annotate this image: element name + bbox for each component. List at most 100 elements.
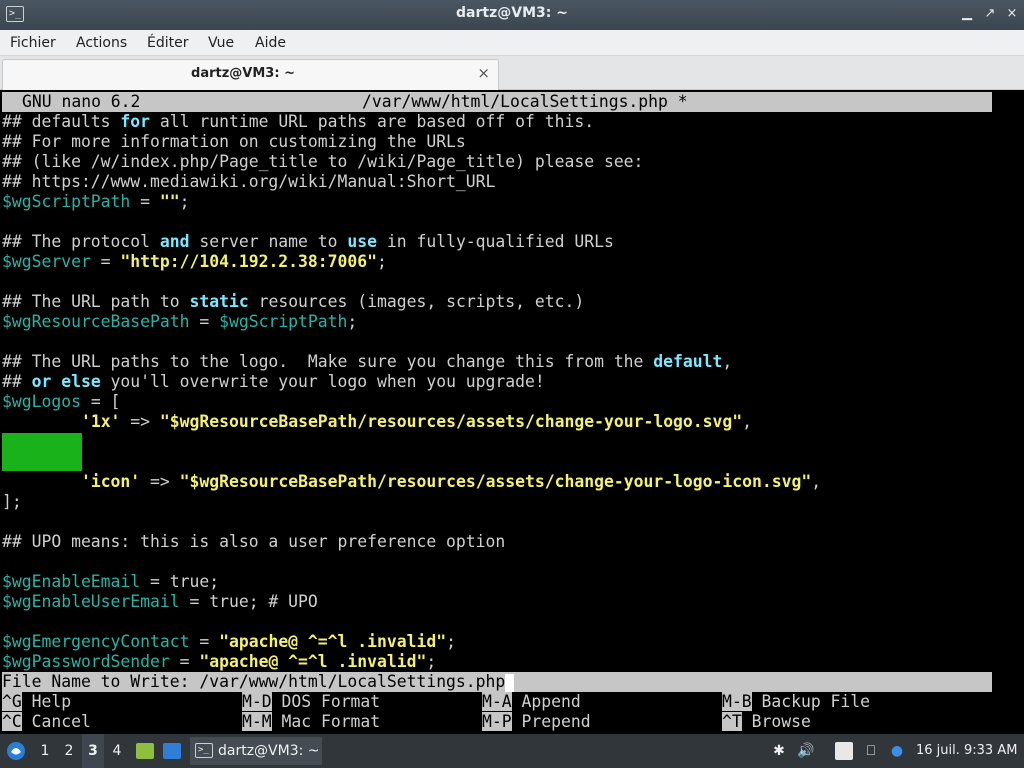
shortcut-label: Mac Format — [281, 712, 381, 731]
code-token: = — [189, 312, 220, 331]
code-token: ## (like /w/index.php/Page_title to /wik… — [2, 152, 644, 171]
code-line: '1x' => "$wgResourceBasePath/resources/a… — [2, 412, 752, 432]
start-menu-icon[interactable] — [4, 734, 28, 768]
nano-file-title: /var/www/html/LocalSettings.php * — [362, 92, 688, 111]
code-token: ; — [347, 312, 358, 331]
code-line: $wgEnableEmail = true; — [2, 572, 219, 592]
shortcut-label: Cancel — [31, 712, 91, 731]
code-line: ## (like /w/index.php/Page_title to /wik… — [2, 152, 643, 172]
clipboard-icon[interactable] — [835, 742, 853, 760]
code-token: static — [189, 292, 249, 311]
shortcut-append[interactable]: M-A Append — [482, 692, 581, 712]
code-token: $wgEnableUserEmail — [2, 592, 180, 611]
code-token: $wgPasswordSender — [2, 652, 170, 671]
code-token: ## The protocol — [2, 232, 160, 251]
code-token: '1x' — [80, 412, 121, 431]
volume-icon[interactable]: 🔊 — [797, 742, 815, 760]
menu-vue[interactable]: Vue — [208, 35, 234, 51]
menu-actions[interactable]: Actions — [76, 35, 127, 51]
code-token: ## UPO means: this is also a user prefer… — [2, 532, 506, 551]
code-line: ]; — [2, 492, 22, 512]
close-icon[interactable]: × — [1003, 4, 1021, 24]
code-line: ## For more information on customizing t… — [2, 132, 466, 152]
code-token: $wgLogos — [2, 392, 81, 411]
code-token: = — [130, 192, 160, 211]
code-token: server name to — [189, 232, 348, 251]
desktop-3[interactable]: 3 — [82, 734, 104, 768]
code-line: ## https://www.mediawiki.org/wiki/Manual… — [2, 172, 495, 192]
shortcut-key: M-D — [242, 692, 272, 711]
code-line: 'icon' => "$wgResourceBasePath/resources… — [2, 472, 821, 492]
code-line: $wgEnableUserEmail = true; # UPO — [2, 592, 318, 612]
write-prompt[interactable]: File Name to Write: /var/www/html/LocalS… — [2, 672, 515, 692]
code-token: = — [189, 632, 220, 651]
tab-terminal[interactable]: dartz@VM3: ~ × — [2, 59, 499, 90]
terminal-area[interactable]: GNU nano 6.2 /var/www/html/LocalSettings… — [0, 90, 1024, 734]
code-token: , — [811, 472, 822, 491]
code-token: $wgServer — [2, 252, 91, 271]
desktop-1[interactable]: 1 — [34, 734, 56, 768]
code-token: "" — [159, 192, 180, 211]
shortcut-label: DOS Format — [281, 692, 381, 711]
shortcut-label: Append — [521, 692, 581, 711]
code-token: for — [120, 112, 151, 131]
code-token: => — [120, 412, 160, 431]
menu-editer[interactable]: Éditer — [147, 35, 188, 51]
shortcut-backup-file[interactable]: M-B Backup File — [722, 692, 870, 712]
code-line: $wgResourceBasePath = $wgScriptPath; — [2, 312, 357, 332]
code-token: $wgScriptPath — [219, 312, 348, 331]
maximize-icon[interactable]: ↗ — [981, 4, 999, 24]
bluetooth-icon[interactable]: ✱ — [770, 742, 788, 760]
minimize-icon[interactable]: ▁ — [958, 4, 976, 24]
shortcut-help[interactable]: ^G Help — [2, 692, 71, 712]
menu-aide[interactable]: Aide — [255, 35, 286, 51]
selection-block — [2, 433, 82, 471]
code-token: $wgEnableEmail — [2, 572, 141, 591]
code-line: ## The protocol and server name to use i… — [2, 232, 614, 252]
code-token: "$wgResourceBasePath/resources/assets/ch… — [159, 412, 743, 431]
code-token: ## https://www.mediawiki.org/wiki/Manual… — [2, 172, 496, 191]
show-desktop-icon[interactable] — [163, 743, 181, 759]
code-token: ## The URL path to — [2, 292, 190, 311]
window-titlebar[interactable]: >_ dartz@VM3: ~ ▁ ↗ × — [0, 0, 1024, 30]
code-token: "apache@ ^=^l .invalid" — [199, 652, 427, 671]
code-line: $wgScriptPath = ""; — [2, 192, 190, 212]
code-line: ## defaults for all runtime URL paths ar… — [2, 112, 594, 132]
code-token: all runtime URL paths are based off of t… — [150, 112, 595, 131]
shortcut-label: Prepend — [521, 712, 591, 731]
code-line: $wgServer = "http://104.192.2.38:7006"; — [2, 252, 387, 272]
menu-fichier[interactable]: Fichier — [10, 35, 56, 51]
desktop-4[interactable]: 4 — [106, 734, 128, 768]
code-token: $wgEmergencyContact — [2, 632, 190, 651]
shortcut-label: Browse — [751, 712, 811, 731]
desktop-2[interactable]: 2 — [58, 734, 80, 768]
code-token: ; — [426, 652, 437, 671]
window-title: dartz@VM3: ~ — [456, 5, 568, 21]
shortcut-prepend[interactable]: M-P Prepend — [482, 712, 591, 732]
code-token: , — [722, 352, 733, 371]
code-line: ## The URL paths to the logo. Make sure … — [2, 352, 732, 372]
shortcut-browse[interactable]: ^T Browse — [722, 712, 811, 732]
code-token: = — [169, 652, 200, 671]
menu-bar: Fichier Actions Éditer Vue Aide — [0, 30, 1024, 56]
code-token: "http://104.192.2.38:7006" — [120, 252, 377, 271]
tab-bar: dartz@VM3: ~ × — [0, 56, 1024, 90]
code-token: or else — [31, 372, 101, 391]
code-token: ; — [377, 252, 387, 271]
network-icon[interactable]: ⎕ — [862, 742, 880, 760]
task-terminal[interactable]: >_ dartz@VM3: ~ — [190, 737, 322, 765]
shortcut-mac-format[interactable]: M-M Mac Format — [242, 712, 380, 732]
shortcut-cancel[interactable]: ^C Cancel — [2, 712, 91, 732]
file-manager-icon[interactable] — [136, 743, 154, 759]
shortcut-dos-format[interactable]: M-D DOS Format — [242, 692, 380, 712]
code-token: "$wgResourceBasePath/resources/assets/ch… — [179, 472, 812, 491]
notification-icon[interactable]: ● — [888, 742, 906, 760]
tab-close-icon[interactable]: × — [477, 64, 490, 82]
code-token: => — [140, 472, 180, 491]
clock[interactable]: 16 juil. 9:33 AM — [916, 734, 1017, 768]
code-token: resources (images, scripts, etc.) — [248, 292, 585, 311]
code-token: ; — [446, 632, 456, 651]
code-line: ## The URL path to static resources (ima… — [2, 292, 584, 312]
